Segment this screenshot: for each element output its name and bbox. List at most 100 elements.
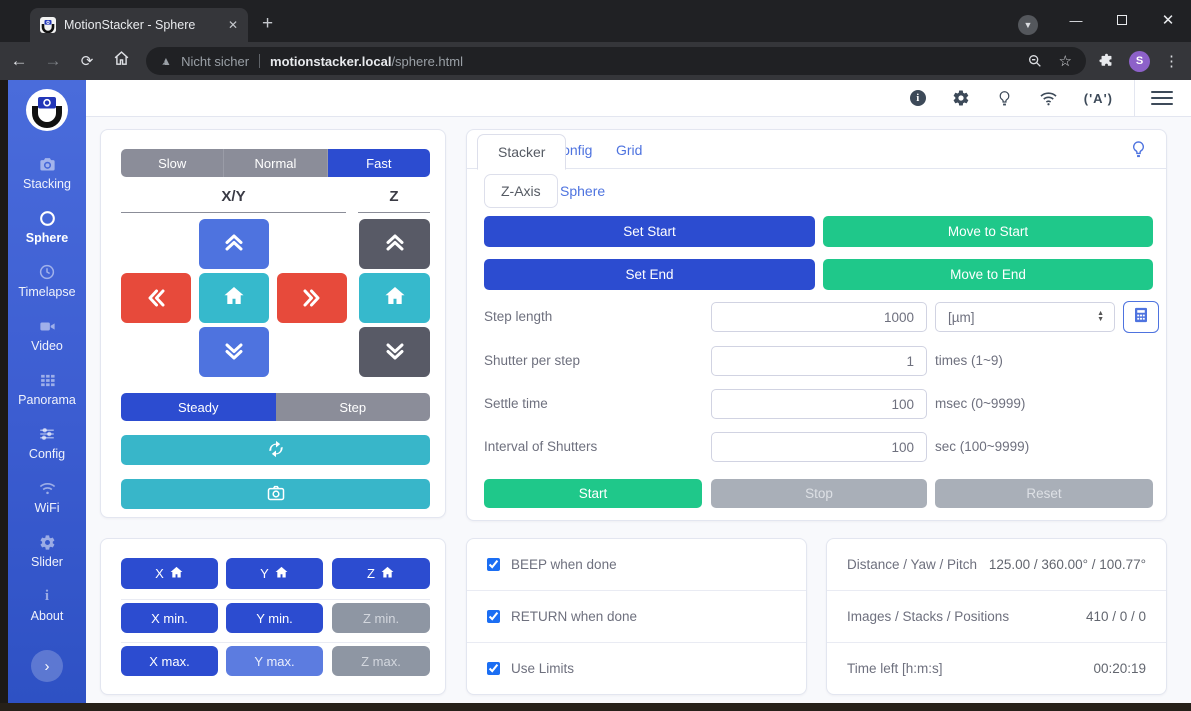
jog-y-up-button[interactable] bbox=[199, 219, 269, 269]
lightbulb-icon[interactable] bbox=[1129, 140, 1148, 164]
mode-step-button[interactable]: Step bbox=[276, 393, 431, 421]
tab-stacker[interactable]: Stacker bbox=[477, 134, 566, 170]
jog-x-left-button[interactable] bbox=[121, 273, 191, 323]
speed-fast-button[interactable]: Fast bbox=[328, 149, 430, 177]
browser-menu-icon[interactable]: ⋮ bbox=[1164, 52, 1179, 70]
move-to-end-button[interactable]: Move to End bbox=[823, 259, 1153, 290]
speed-normal-button[interactable]: Normal bbox=[223, 149, 327, 177]
minimize-button[interactable]: — bbox=[1053, 0, 1099, 40]
profile-avatar[interactable]: S bbox=[1129, 51, 1150, 72]
set-start-button[interactable]: Set Start bbox=[484, 216, 815, 247]
calculator-button[interactable] bbox=[1123, 301, 1159, 333]
interval-input[interactable] bbox=[711, 432, 927, 462]
double-chevron-down-icon bbox=[222, 340, 246, 364]
browser-update-icon[interactable]: ▼ bbox=[1018, 15, 1038, 35]
subtab-sphere[interactable]: Sphere bbox=[560, 174, 605, 208]
light-button[interactable] bbox=[996, 90, 1013, 107]
sidebar-item-panorama[interactable]: Panorama bbox=[8, 362, 86, 416]
back-icon[interactable]: ← bbox=[4, 51, 34, 71]
settings-gear-button[interactable] bbox=[952, 89, 970, 107]
reset-button[interactable]: Reset bbox=[935, 479, 1153, 508]
sidebar-item-sphere[interactable]: Sphere bbox=[8, 200, 86, 254]
z-min-button[interactable]: Z min. bbox=[332, 603, 430, 633]
shutter-per-step-input[interactable] bbox=[711, 346, 927, 376]
option-row: RETURN when done bbox=[467, 590, 806, 642]
app-logo[interactable] bbox=[25, 88, 69, 132]
sidebar-toggle-button[interactable]: › bbox=[31, 650, 63, 682]
jog-z-up-button[interactable] bbox=[359, 219, 430, 269]
move-to-start-button[interactable]: Move to Start bbox=[823, 216, 1153, 247]
address-bar[interactable]: ▲! Nicht sicher motionstacker.local /sph… bbox=[146, 47, 1086, 75]
maximize-button[interactable] bbox=[1099, 0, 1145, 40]
settle-time-input[interactable] bbox=[711, 389, 927, 419]
video-icon bbox=[8, 317, 86, 335]
menu-icon[interactable] bbox=[1151, 87, 1173, 109]
use-limits-checkbox[interactable] bbox=[487, 662, 500, 675]
tab-close-icon[interactable]: ✕ bbox=[228, 18, 238, 32]
close-button[interactable]: ✕ bbox=[1145, 0, 1191, 40]
step-length-input[interactable] bbox=[711, 302, 927, 332]
antenna-icon[interactable]: ('A') bbox=[1084, 91, 1113, 106]
return-label[interactable]: RETURN when done bbox=[511, 609, 637, 624]
browser-toolbar: ← → ⟳ ▲! Nicht sicher motionstacker.loca… bbox=[0, 42, 1191, 80]
sidebar-item-about[interactable]: i About bbox=[8, 578, 86, 632]
stop-button[interactable]: Stop bbox=[711, 479, 927, 508]
images-stacks-positions-value: 410 / 0 / 0 bbox=[1086, 609, 1146, 624]
beep-checkbox[interactable] bbox=[487, 558, 500, 571]
url-path[interactable]: /sphere.html bbox=[391, 54, 463, 69]
z-home-button[interactable]: Z bbox=[332, 558, 430, 589]
y-home-button[interactable]: Y bbox=[226, 558, 323, 589]
jog-y-down-button[interactable] bbox=[199, 327, 269, 377]
new-tab-button[interactable]: + bbox=[262, 13, 273, 35]
sidebar-item-config[interactable]: Config bbox=[8, 416, 86, 470]
y-max-button[interactable]: Y max. bbox=[226, 646, 323, 676]
home-icon[interactable] bbox=[106, 50, 136, 72]
start-button[interactable]: Start bbox=[484, 479, 702, 508]
tab-grid[interactable]: Grid bbox=[616, 130, 642, 169]
jog-z-home-button[interactable] bbox=[359, 273, 430, 323]
refresh-button[interactable] bbox=[121, 435, 430, 465]
browser-tab[interactable]: MotionStacker - Sphere ✕ bbox=[30, 8, 248, 42]
bookmark-star-icon[interactable]: ☆ bbox=[1059, 52, 1072, 70]
extensions-icon[interactable] bbox=[1098, 53, 1115, 70]
sidebar-item-slider[interactable]: Slider bbox=[8, 524, 86, 578]
mode-steady-button[interactable]: Steady bbox=[121, 393, 276, 421]
x-home-button[interactable]: X bbox=[121, 558, 218, 589]
url-host[interactable]: motionstacker.local bbox=[270, 54, 391, 69]
jog-xy-home-button[interactable] bbox=[199, 273, 269, 323]
jog-x-right-button[interactable] bbox=[277, 273, 347, 323]
speed-slow-button[interactable]: Slow bbox=[121, 149, 223, 177]
sidebar-item-stacking[interactable]: Stacking bbox=[8, 146, 86, 200]
forward-icon[interactable]: → bbox=[38, 51, 68, 71]
subtab-z-axis[interactable]: Z-Axis bbox=[484, 174, 558, 208]
wifi-status-icon[interactable] bbox=[1039, 89, 1058, 108]
zoom-out-icon[interactable] bbox=[1027, 53, 1043, 69]
jog-z-down-button[interactable] bbox=[359, 327, 430, 377]
set-end-button[interactable]: Set End bbox=[484, 259, 815, 290]
info-button[interactable]: i bbox=[910, 90, 926, 106]
double-chevron-up-icon bbox=[222, 230, 246, 259]
security-label[interactable]: Nicht sicher bbox=[181, 54, 249, 69]
sidebar-item-wifi[interactable]: WiFi bbox=[8, 470, 86, 524]
x-min-button[interactable]: X min. bbox=[121, 603, 218, 633]
use-limits-label[interactable]: Use Limits bbox=[511, 661, 574, 676]
return-checkbox[interactable] bbox=[487, 610, 500, 623]
sidebar-item-video[interactable]: Video bbox=[8, 308, 86, 362]
divider bbox=[121, 599, 430, 600]
main-content: Slow Normal Fast X/Y Z bbox=[86, 117, 1191, 703]
status-card: Distance / Yaw / Pitch 125.00 / 360.00° … bbox=[826, 538, 1167, 695]
shutter-button[interactable] bbox=[121, 479, 430, 509]
time-left-value: 00:20:19 bbox=[1093, 661, 1146, 676]
circle-icon bbox=[8, 209, 86, 227]
beep-label[interactable]: BEEP when done bbox=[511, 557, 617, 572]
z-max-button[interactable]: Z max. bbox=[332, 646, 430, 676]
settle-time-unit: msec (0~9999) bbox=[935, 389, 1025, 419]
reload-icon[interactable]: ⟳ bbox=[72, 52, 102, 70]
not-secure-icon[interactable]: ▲! bbox=[160, 54, 174, 68]
unit-select[interactable]: [µm] ▲▼ bbox=[935, 302, 1115, 332]
sync-icon bbox=[266, 439, 286, 462]
sidebar-item-timelapse[interactable]: Timelapse bbox=[8, 254, 86, 308]
x-max-button[interactable]: X max. bbox=[121, 646, 218, 676]
y-min-button[interactable]: Y min. bbox=[226, 603, 323, 633]
status-row: Time left [h:m:s] 00:20:19 bbox=[827, 642, 1166, 694]
